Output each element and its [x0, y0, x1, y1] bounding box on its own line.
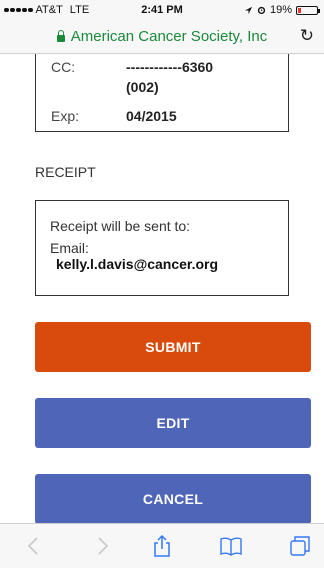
battery-level	[298, 7, 302, 13]
submit-button[interactable]: SUBMIT	[35, 322, 311, 372]
back-arrow-icon[interactable]	[22, 534, 46, 558]
status-right: 19%	[244, 4, 320, 16]
tabs-icon[interactable]	[288, 534, 312, 558]
receipt-sent-to-text: Receipt will be sent to:	[50, 218, 191, 234]
edit-button[interactable]: EDIT	[35, 398, 311, 448]
reload-icon[interactable]: ↻	[300, 26, 314, 46]
exp-label: Exp:	[51, 108, 80, 124]
cc-label: CC:	[51, 59, 76, 75]
browser-toolbar	[0, 523, 324, 568]
share-icon[interactable]	[150, 534, 174, 558]
email-label: Email:	[50, 240, 89, 256]
site-name: American Cancer Society, Inc	[70, 28, 268, 45]
exp-row: Exp: 04/2015	[51, 108, 177, 124]
cc-value-line2: (002)	[126, 79, 159, 95]
cc-value: ------------6360	[126, 59, 214, 75]
address-bar[interactable]: American Cancer Society, Inc ↻	[0, 20, 324, 54]
location-arrow-icon	[244, 6, 253, 14]
email-value: kelly.l.davis@cancer.org	[56, 256, 219, 272]
battery-percent: 19%	[269, 4, 292, 16]
battery-icon	[296, 5, 320, 15]
alarm-clock-icon	[257, 6, 266, 15]
receipt-box: Receipt will be sent to: Email: kelly.l.…	[35, 200, 289, 296]
bookmarks-icon[interactable]	[219, 534, 243, 558]
cc-row: CC: ------------6360 (002)	[51, 59, 213, 95]
lock-icon	[56, 30, 65, 42]
receipt-section-title: RECEIPT	[35, 164, 96, 180]
exp-value: 04/2015	[126, 108, 177, 124]
status-bar: AT&T LTE 2:41 PM 19%	[0, 0, 324, 20]
cancel-button[interactable]: CANCEL	[35, 474, 311, 524]
forward-arrow-icon[interactable]	[90, 534, 114, 558]
